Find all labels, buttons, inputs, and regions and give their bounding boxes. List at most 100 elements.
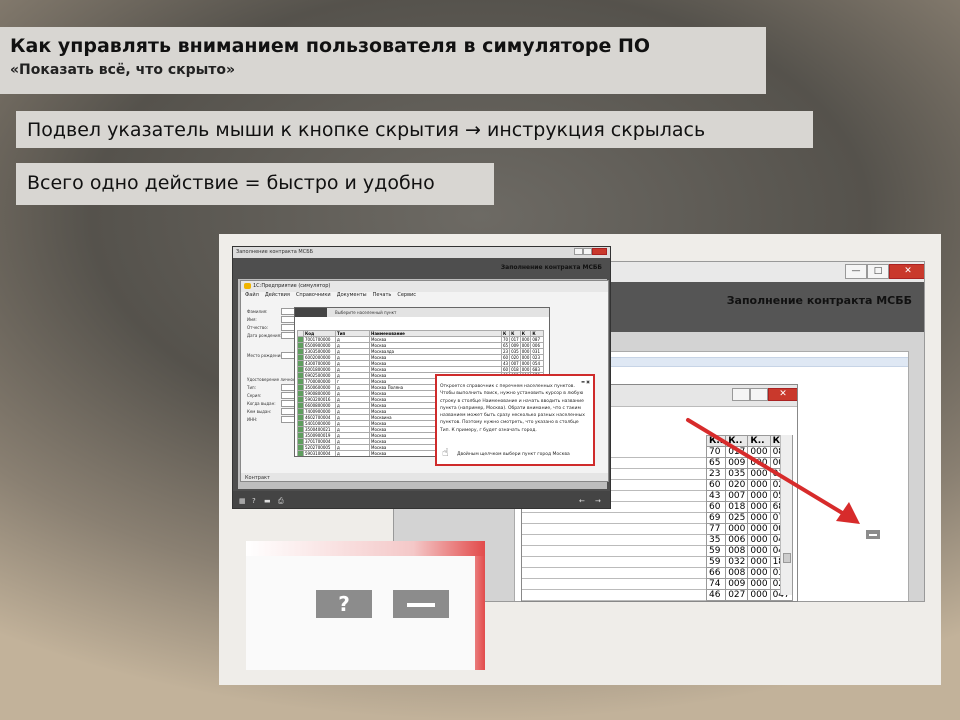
form-label: Дата рождения: <box>247 333 282 338</box>
onec-logo-icon <box>244 283 251 289</box>
table-cell: 017 <box>725 446 749 458</box>
scrollbar-thumb[interactable] <box>783 553 791 563</box>
table-cell: 70 <box>705 446 727 458</box>
zoomed-app-title: Заполнение контракта МСББ <box>726 294 912 307</box>
print-icon[interactable]: ⎙ <box>278 497 284 506</box>
table-cell: 43 <box>705 490 727 502</box>
menu-item[interactable]: Действия <box>265 292 290 298</box>
simulator-caption: Заполнение контракта МСББ <box>236 249 314 255</box>
menu-item[interactable]: Документы <box>337 292 367 298</box>
table-cell: 000 <box>747 556 771 568</box>
table-cell: д <box>335 450 370 456</box>
row-line <box>522 590 706 601</box>
minimize-icon[interactable]: — <box>845 264 867 279</box>
table-cell: 000 <box>519 354 532 361</box>
close-icon[interactable]: ✕ <box>889 264 924 279</box>
onec-titlebar: 1С:Предприятие (симулятор) <box>241 281 608 292</box>
slide-title-box: Как управлять вниманием пользователя в с… <box>0 27 766 94</box>
minus-icon[interactable]: ▬ <box>264 497 271 505</box>
zoom-table-header[interactable]: К.. <box>725 435 749 447</box>
callout-action: Двойным щелчком выбери пункт город Москв… <box>457 452 570 457</box>
minimize-icon[interactable] <box>574 248 583 255</box>
table-cell: 009 <box>725 578 749 590</box>
form-label: Место рождения: <box>247 353 284 358</box>
form-label: Фамилия: <box>247 309 268 314</box>
form-label: Кем выдан: <box>247 409 272 414</box>
table-cell: 000 <box>747 545 771 557</box>
menu-item[interactable]: Сервис <box>397 292 416 298</box>
help-button[interactable]: ? <box>316 590 372 618</box>
close-icon[interactable]: ✕ <box>768 388 797 401</box>
table-cell: 000 <box>747 490 771 502</box>
table-cell: 020 <box>725 479 749 491</box>
back-arrow-icon[interactable]: ← <box>579 497 585 505</box>
directory-header <box>295 308 327 317</box>
table-cell: 000 <box>747 578 771 590</box>
callout-close-icon[interactable]: ▣ <box>586 379 590 384</box>
table-cell: 009 <box>509 342 521 349</box>
table-cell: 020 <box>509 354 521 361</box>
onec-menu-bar: Файл Действия Справочники Документы Печать Се… <box>241 292 608 301</box>
table-cell: 018 <box>509 366 521 373</box>
zoom-table-header[interactable]: К.. <box>747 435 771 447</box>
maximize-icon[interactable]: □ <box>867 264 889 279</box>
maximize-icon[interactable] <box>750 388 768 401</box>
row-line <box>522 546 706 557</box>
close-icon[interactable] <box>592 248 607 255</box>
menu-item[interactable]: Печать <box>373 292 392 298</box>
table-cell: 025 <box>725 512 749 524</box>
hide-instruction-button[interactable] <box>866 530 880 539</box>
form-label: Тип: <box>247 385 257 390</box>
table-cell: 007 <box>509 360 521 367</box>
table-cell: 000 <box>747 523 771 535</box>
directory-title: Выберите населенный пункт <box>335 310 397 315</box>
table-cell: 65 <box>705 457 727 469</box>
zoomed-scrollbar[interactable] <box>780 435 792 595</box>
row-line <box>522 513 706 524</box>
onec-status-bar: Контракт <box>241 473 608 481</box>
button-inset: ? <box>246 541 485 670</box>
maximize-icon[interactable] <box>583 248 592 255</box>
minimize-icon[interactable] <box>732 388 750 401</box>
table-cell: 000 <box>747 479 771 491</box>
form-label: Когда выдан: <box>247 401 276 406</box>
hide-button[interactable] <box>393 590 449 618</box>
table-cell: 59 <box>705 545 727 557</box>
table-cell: 59 <box>705 556 727 568</box>
simulator-title: Заполнение контракта МСББ <box>500 264 602 271</box>
table-cell: 23 <box>705 468 727 480</box>
row-line <box>522 568 706 579</box>
onec-status-tab[interactable]: Контракт <box>245 475 270 481</box>
inset-topbar <box>246 541 485 556</box>
help-icon[interactable]: ? <box>252 497 256 505</box>
callout-minimize-icon[interactable]: ▬ <box>581 379 585 384</box>
table-cell: 000 <box>747 589 771 601</box>
table-cell: 000 <box>519 360 532 367</box>
table-cell: 000 <box>747 501 771 513</box>
table-cell: 000 <box>519 348 532 355</box>
caption-hover-hide: Подвел указатель мыши к кнопке скрытия →… <box>16 111 813 148</box>
table-cell: 000 <box>747 446 771 458</box>
row-line <box>522 524 706 535</box>
menu-item[interactable]: Файл <box>245 292 259 298</box>
table-cell: 5903100004 <box>303 450 336 456</box>
table-cell: 027 <box>725 589 749 601</box>
table-cell: 69 <box>705 512 727 524</box>
table-cell: 017 <box>509 336 521 343</box>
simulator-titlebar: Заполнение контракта МСББ <box>233 247 610 258</box>
menu-item[interactable]: Справочники <box>296 292 331 298</box>
row-line <box>522 535 706 546</box>
table-cell: 018 <box>725 501 749 513</box>
slide-title: Как управлять вниманием пользователя в с… <box>10 35 651 57</box>
zoom-table-header[interactable]: К.. <box>705 435 727 447</box>
table-cell: 035 <box>509 348 521 355</box>
table-cell: 000 <box>519 336 532 343</box>
table-cell: 032 <box>725 556 749 568</box>
grid-icon[interactable]: ▦ <box>239 497 246 505</box>
row-line <box>522 557 706 568</box>
table-cell: 000 <box>747 512 771 524</box>
forward-arrow-icon[interactable]: → <box>595 497 601 505</box>
form-label: Удостоверение личности <box>247 377 301 382</box>
slide-subtitle: «Показать всё, что скрыто» <box>10 62 236 78</box>
row-line <box>522 579 706 590</box>
